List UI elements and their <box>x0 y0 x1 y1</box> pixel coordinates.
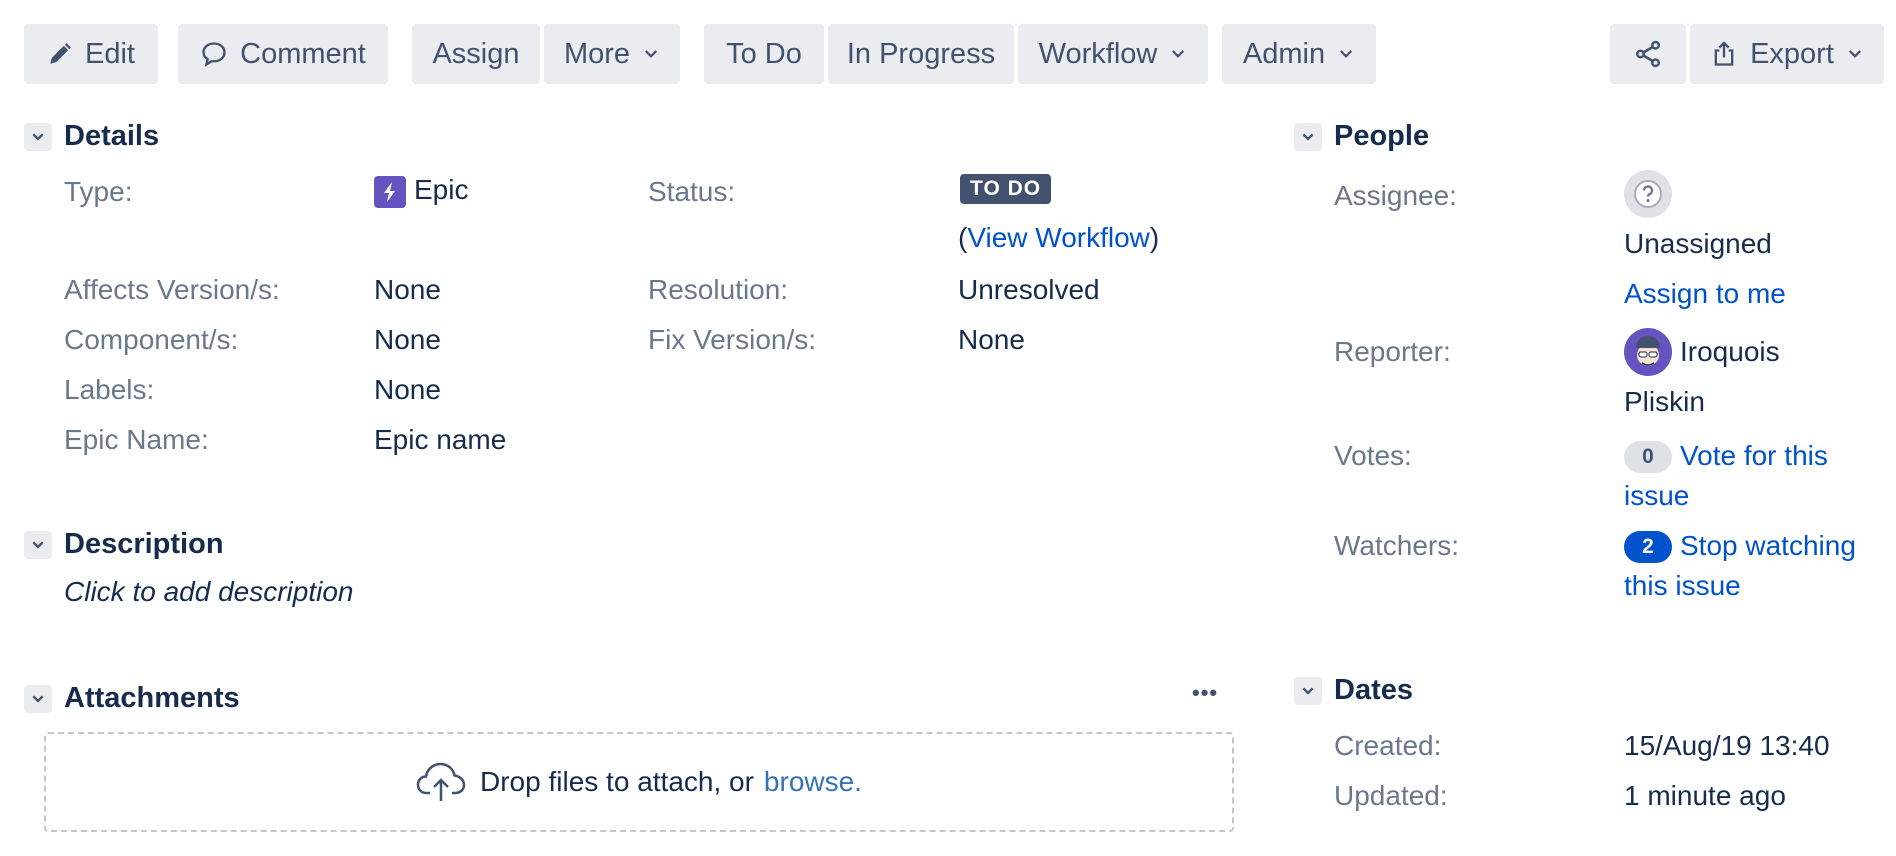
upload-cloud-icon <box>416 762 466 801</box>
created-value: 15/Aug/19 13:40 <box>1624 730 1830 761</box>
created-label: Created: <box>1334 730 1442 761</box>
export-icon <box>1714 41 1734 66</box>
browse-link[interactable]: browse. <box>764 766 862 798</box>
watchers-label: Watchers: <box>1334 530 1459 561</box>
status-lozenge: TO DO <box>960 174 1052 204</box>
epic-icon <box>374 175 406 208</box>
type-label: Type: <box>64 176 133 207</box>
paren-close: ) <box>1149 222 1160 253</box>
epic-name-value: Epic name <box>374 424 507 455</box>
details-title: Details <box>64 120 160 152</box>
export-label: Export <box>1750 37 1834 70</box>
watch-link-line2[interactable]: this issue <box>1624 570 1741 602</box>
view-workflow: (View Workflow) <box>958 222 1159 254</box>
fix-version-value: None <box>958 324 1025 355</box>
comment-icon <box>202 42 226 67</box>
todo-button[interactable]: To Do <box>704 24 824 84</box>
components-label: Component/s: <box>64 324 239 355</box>
edit-label: Edit <box>85 37 135 70</box>
details-toggle[interactable] <box>24 122 52 151</box>
attachments-section-header: Attachments <box>24 682 240 715</box>
share-button[interactable] <box>1610 24 1686 84</box>
attachment-dropzone[interactable]: Drop files to attach, or browse. <box>44 732 1234 832</box>
dates-section-header: Dates <box>1294 674 1413 707</box>
type-value: Epic <box>374 174 468 208</box>
votes-value: 0 Vote for this <box>1624 440 1828 473</box>
updated-label: Updated: <box>1334 780 1448 811</box>
admin-button[interactable]: Admin <box>1222 24 1376 84</box>
assign-to-me-link[interactable]: Assign to me <box>1624 278 1786 310</box>
labels-value: None <box>374 374 441 405</box>
updated-value: 1 minute ago <box>1624 780 1786 811</box>
export-button[interactable]: Export <box>1690 24 1884 84</box>
status-label: Status: <box>648 176 736 207</box>
attachments-title: Attachments <box>64 682 240 714</box>
vote-link-line1[interactable]: Vote for this <box>1680 440 1828 471</box>
watchers-value: 2 Stop watching <box>1624 530 1856 563</box>
affects-label: Affects Version/s: <box>64 274 280 305</box>
type-text: Epic <box>414 174 469 205</box>
assign-label: Assign <box>432 37 520 70</box>
chevron-down-icon <box>32 541 44 549</box>
assignee-label: Assignee: <box>1334 180 1457 211</box>
todo-label: To Do <box>726 37 802 70</box>
more-button[interactable]: More <box>544 24 680 84</box>
vote-link-line2[interactable]: issue <box>1624 480 1689 512</box>
chevron-down-icon <box>1848 50 1861 58</box>
view-workflow-link[interactable]: View Workflow <box>967 222 1150 253</box>
dates-title: Dates <box>1334 674 1413 706</box>
affects-value: None <box>374 274 441 305</box>
attachments-toggle[interactable] <box>24 684 52 713</box>
reporter-label: Reporter: <box>1334 336 1451 367</box>
comment-button[interactable]: Comment <box>178 24 388 84</box>
resolution-label: Resolution: <box>648 274 789 305</box>
chevron-down-icon <box>1172 50 1185 58</box>
chevron-down-icon <box>32 695 44 703</box>
more-label: More <box>563 37 631 70</box>
votes-count-badge: 0 <box>1624 441 1672 473</box>
description-toggle[interactable] <box>24 530 52 559</box>
drop-text: Drop files to attach, or <box>480 766 754 797</box>
chevron-down-icon <box>1302 687 1314 695</box>
fix-version-label: Fix Version/s: <box>648 324 817 355</box>
watchers-count-badge: 2 <box>1624 531 1672 563</box>
workflow-label: Workflow <box>1038 37 1158 70</box>
workflow-button[interactable]: Workflow <box>1018 24 1208 84</box>
details-section-header: Details <box>24 120 159 153</box>
unassigned-avatar <box>1624 170 1672 218</box>
description-title: Description <box>64 528 224 560</box>
reporter-first-name[interactable]: Iroquois <box>1680 336 1780 368</box>
comment-label: Comment <box>240 37 366 70</box>
pencil-icon <box>50 43 71 64</box>
epic-name-label: Epic Name: <box>64 424 209 455</box>
assignee-value: Unassigned <box>1624 228 1772 259</box>
people-title: People <box>1334 120 1430 152</box>
reporter-avatar[interactable] <box>1624 328 1672 376</box>
attachments-more-button[interactable]: ••• <box>1192 680 1218 706</box>
issue-toolbar: Edit Comment Assign More To Do In Progre… <box>24 24 1896 84</box>
chevron-down-icon <box>1340 50 1353 58</box>
people-section-header: People <box>1294 120 1429 153</box>
share-icon <box>1636 40 1660 68</box>
assign-button[interactable]: Assign <box>412 24 540 84</box>
votes-label: Votes: <box>1334 440 1412 471</box>
people-toggle[interactable] <box>1294 122 1322 151</box>
chevron-down-icon <box>1302 133 1314 141</box>
admin-label: Admin <box>1242 37 1326 70</box>
components-value: None <box>374 324 441 355</box>
resolution-value: Unresolved <box>958 274 1100 305</box>
edit-button[interactable]: Edit <box>24 24 158 84</box>
paren-open: ( <box>958 222 968 253</box>
question-icon <box>1634 180 1662 208</box>
watch-link-line1[interactable]: Stop watching <box>1680 530 1856 561</box>
in-progress-label: In Progress <box>846 37 996 70</box>
chevron-down-icon <box>32 133 44 141</box>
reporter-last-name[interactable]: Pliskin <box>1624 386 1705 418</box>
dates-toggle[interactable] <box>1294 676 1322 705</box>
chevron-down-icon <box>644 50 658 58</box>
labels-label: Labels: <box>64 374 155 405</box>
description-section-header: Description <box>24 528 224 561</box>
in-progress-button[interactable]: In Progress <box>828 24 1014 84</box>
description-placeholder[interactable]: Click to add description <box>64 576 353 608</box>
